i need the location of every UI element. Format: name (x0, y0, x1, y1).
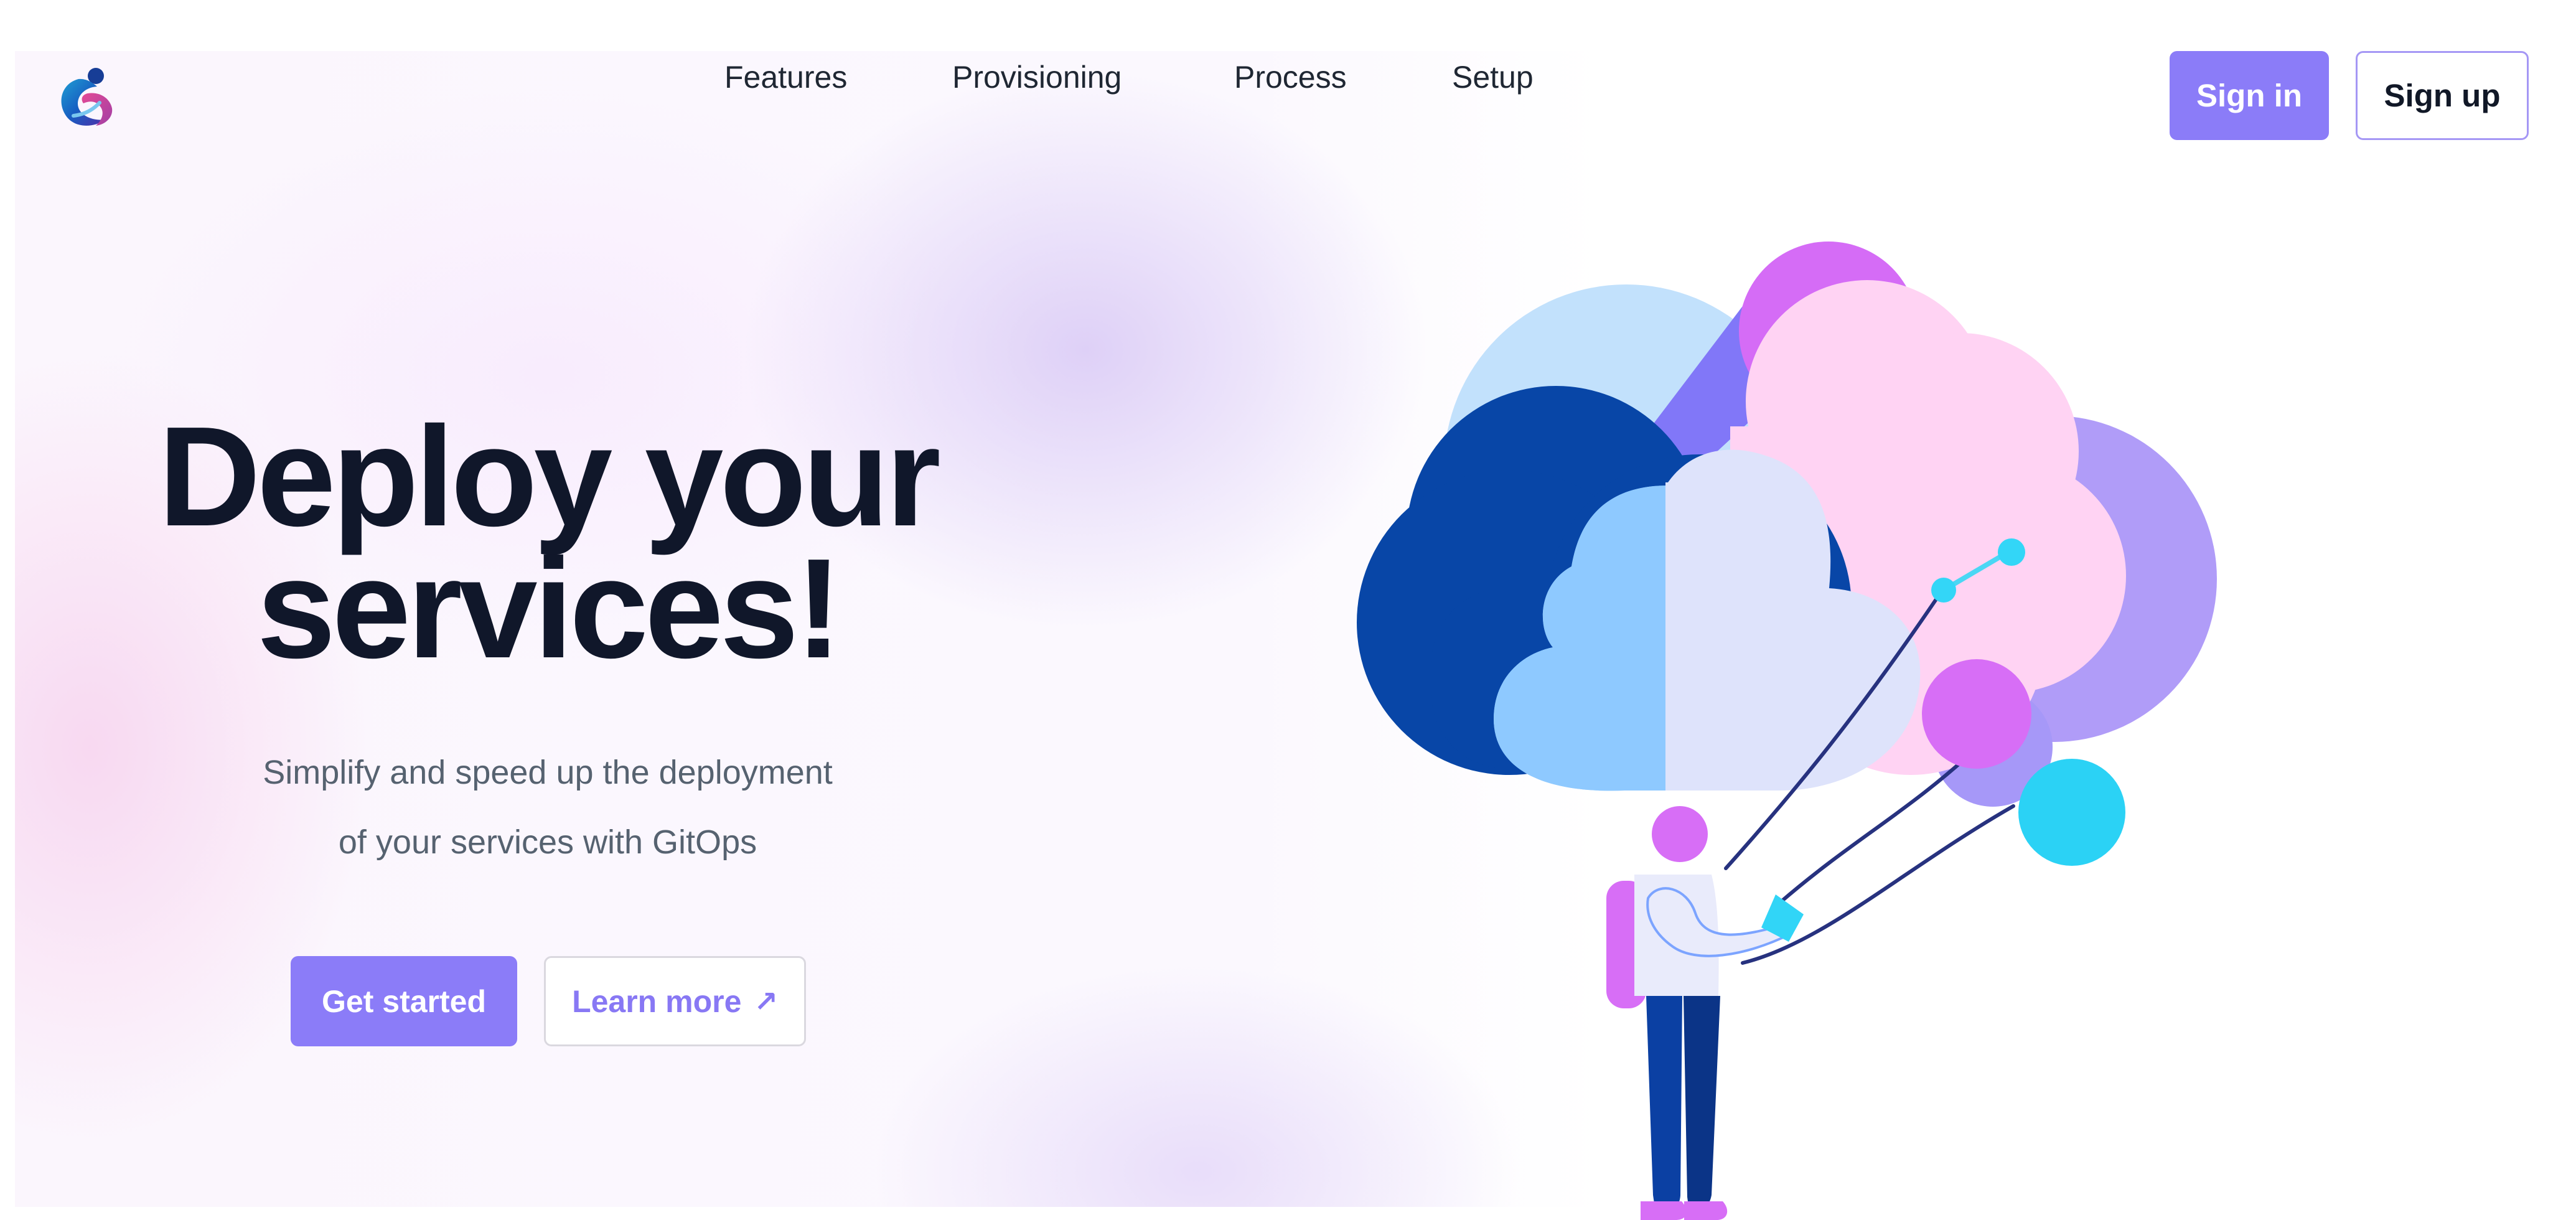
abstract-figure-logo-icon[interactable] (54, 65, 117, 128)
hero-title-line-2: services! (256, 530, 843, 688)
arrow-up-right-icon: ↗ (754, 985, 778, 1018)
hero-subtitle-line-2: of your services with GitOps (338, 824, 757, 861)
small-cyan-balloon-1 (1931, 578, 1956, 603)
nav-setup[interactable]: Setup (1452, 57, 1534, 97)
sign-up-button[interactable]: Sign up (2356, 51, 2529, 140)
person-shoes-shape (1641, 1201, 1728, 1220)
person-head-shape (1652, 806, 1708, 862)
learn-more-button[interactable]: Learn more ↗ (544, 956, 806, 1046)
front-purple-balloon-shape (1922, 659, 2031, 769)
front-cyan-balloon-shape (2018, 759, 2125, 866)
hero-subtitle: Simplify and speed up the deployment of … (205, 738, 890, 877)
nav-features[interactable]: Features (724, 57, 847, 97)
learn-more-label: Learn more (572, 983, 742, 1019)
person-figure (1606, 806, 1804, 1220)
sign-in-button[interactable]: Sign in (2170, 51, 2329, 140)
hero-subtitle-line-1: Simplify and speed up the deployment (263, 754, 833, 791)
person-holding-cloud-balloons-illustration (1357, 242, 2217, 1220)
nav-process[interactable]: Process (1234, 57, 1347, 97)
get-started-button[interactable]: Get started (291, 956, 517, 1046)
person-leg-right-shape (1684, 996, 1720, 1212)
hero-title: Deploy your services! (156, 406, 941, 680)
nav-provisioning[interactable]: Provisioning (952, 57, 1122, 97)
person-leg-left-shape (1646, 996, 1682, 1213)
small-cyan-balloon-2 (1998, 538, 2025, 566)
landing-page: Features Provisioning Process Setup Sign… (0, 0, 2576, 1220)
